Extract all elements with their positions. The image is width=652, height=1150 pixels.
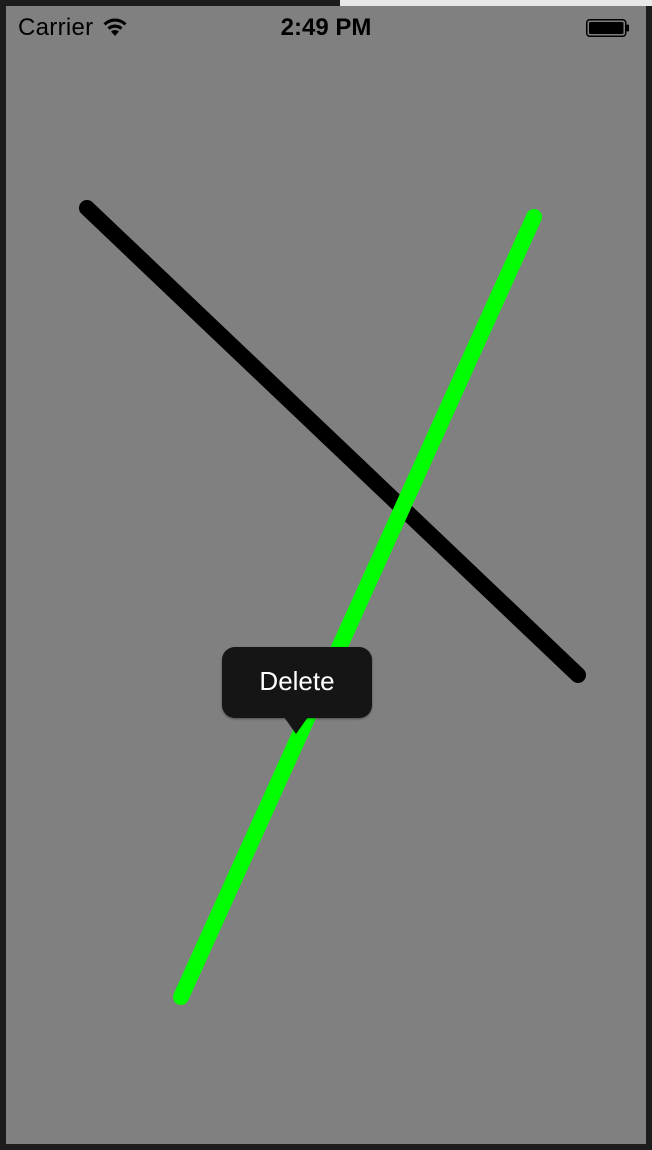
green-line[interactable] bbox=[173, 209, 542, 1005]
battery-full-icon bbox=[586, 19, 629, 37]
status-bar: Carrier 2:49 PM bbox=[6, 6, 646, 50]
edit-menu: Delete bbox=[222, 647, 372, 718]
drawing-canvas[interactable] bbox=[6, 6, 646, 1144]
edit-menu-arrow bbox=[284, 717, 308, 734]
app-screen: Carrier 2:49 PM Delete bbox=[6, 6, 646, 1144]
status-time: 2:49 PM bbox=[280, 14, 372, 41]
delete-menu-item[interactable]: Delete bbox=[222, 647, 372, 718]
device-frame: Carrier 2:49 PM Delete bbox=[0, 0, 652, 1150]
